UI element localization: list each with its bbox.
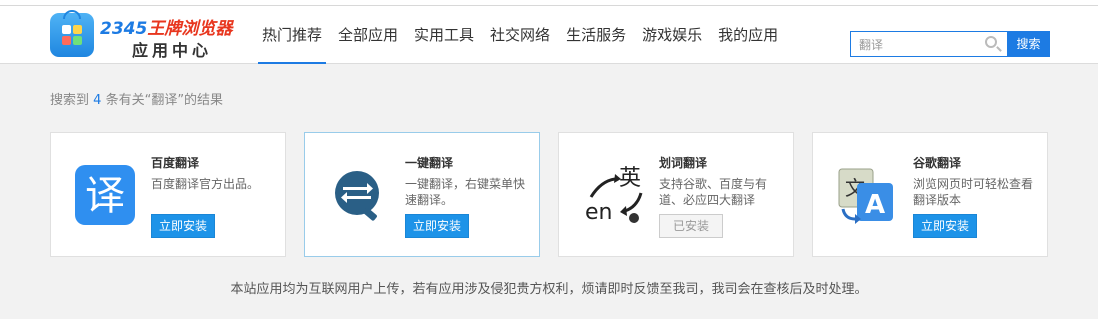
app-name[interactable]: 百度翻译 bbox=[151, 154, 199, 171]
app-name[interactable]: 划词翻译 bbox=[659, 154, 707, 171]
brand-name[interactable]: 2345王牌浏览器 bbox=[100, 14, 232, 39]
one-click-translate-icon[interactable] bbox=[327, 163, 391, 227]
svg-text:en: en bbox=[585, 200, 612, 225]
app-card-one-click-translate: 一键翻译 一键翻译，右键菜单快速翻译。 立即安装 bbox=[304, 132, 540, 257]
baidu-translate-icon[interactable]: 译 bbox=[73, 163, 137, 227]
footer-disclaimer: 本站应用均为互联网用户上传，若有应用涉及侵犯贵方权利，烦请即时反馈至我司，我司会… bbox=[230, 282, 868, 297]
app-description: 浏览网页时可轻松查看翻译版本 bbox=[913, 177, 1034, 207]
search-box bbox=[850, 31, 1008, 57]
install-button[interactable]: 立即安装 bbox=[151, 214, 215, 238]
app-card-baidu-translate: 译 百度翻译 百度翻译官方出品。 立即安装 bbox=[50, 132, 286, 257]
brand-text: 王牌浏览器 bbox=[147, 19, 233, 39]
nav-tab-life[interactable]: 生活服务 bbox=[562, 6, 630, 64]
word-select-translate-icon[interactable]: 英 en bbox=[581, 163, 645, 227]
result-prefix: 搜索到 bbox=[50, 93, 90, 108]
result-count: 4 bbox=[93, 93, 102, 108]
nav-tab-social[interactable]: 社交网络 bbox=[486, 6, 554, 64]
search-icon[interactable] bbox=[985, 36, 997, 48]
result-suffix: 条有关“翻译”的结果 bbox=[105, 93, 224, 108]
search-button[interactable]: 搜索 bbox=[1007, 31, 1050, 57]
nav-tab-hot[interactable]: 热门推荐 bbox=[258, 6, 327, 64]
search-input[interactable] bbox=[851, 32, 971, 56]
app-description: 一键翻译，右键菜单快速翻译。 bbox=[405, 177, 526, 207]
installed-button[interactable]: 已安装 bbox=[659, 214, 723, 238]
app-card-google-translate: 文 A 谷歌翻译 浏览网页时可轻松查看翻译版本 立即安装 bbox=[812, 132, 1048, 257]
nav-tab-mine[interactable]: 我的应用 bbox=[714, 6, 782, 64]
brand-number: 2345 bbox=[100, 19, 148, 39]
app-center-logo-icon[interactable] bbox=[50, 10, 94, 57]
app-description: 支持谷歌、百度与有道、必应四大翻译 bbox=[659, 177, 768, 207]
app-name[interactable]: 谷歌翻译 bbox=[913, 154, 961, 171]
svg-text:A: A bbox=[865, 190, 885, 220]
nav-tab-games[interactable]: 游戏娱乐 bbox=[638, 6, 706, 64]
install-button[interactable]: 立即安装 bbox=[405, 214, 469, 238]
search-result-summary: 搜索到 4 条有关“翻译”的结果 bbox=[50, 89, 223, 108]
header: 2345王牌浏览器 应用中心 热门推荐 全部应用 实用工具 社交网络 生活服务 … bbox=[0, 6, 1098, 64]
app-description: 百度翻译官方出品。 bbox=[151, 177, 260, 191]
app-card-word-select-translate: 英 en 划词翻译 支持谷歌、百度与有道、必应四大翻译 已安装 bbox=[558, 132, 794, 257]
app-name[interactable]: 一键翻译 bbox=[405, 154, 453, 171]
main-nav: 热门推荐 全部应用 实用工具 社交网络 生活服务 游戏娱乐 我的应用 bbox=[258, 6, 790, 64]
brand-subtitle: 应用中心 bbox=[132, 41, 213, 60]
google-translate-icon[interactable]: 文 A bbox=[835, 163, 899, 227]
nav-tab-all[interactable]: 全部应用 bbox=[334, 6, 402, 64]
svg-text:译: 译 bbox=[85, 173, 125, 219]
nav-tab-tools[interactable]: 实用工具 bbox=[410, 6, 478, 64]
svg-text:英: 英 bbox=[619, 166, 641, 191]
install-button[interactable]: 立即安装 bbox=[913, 214, 977, 238]
